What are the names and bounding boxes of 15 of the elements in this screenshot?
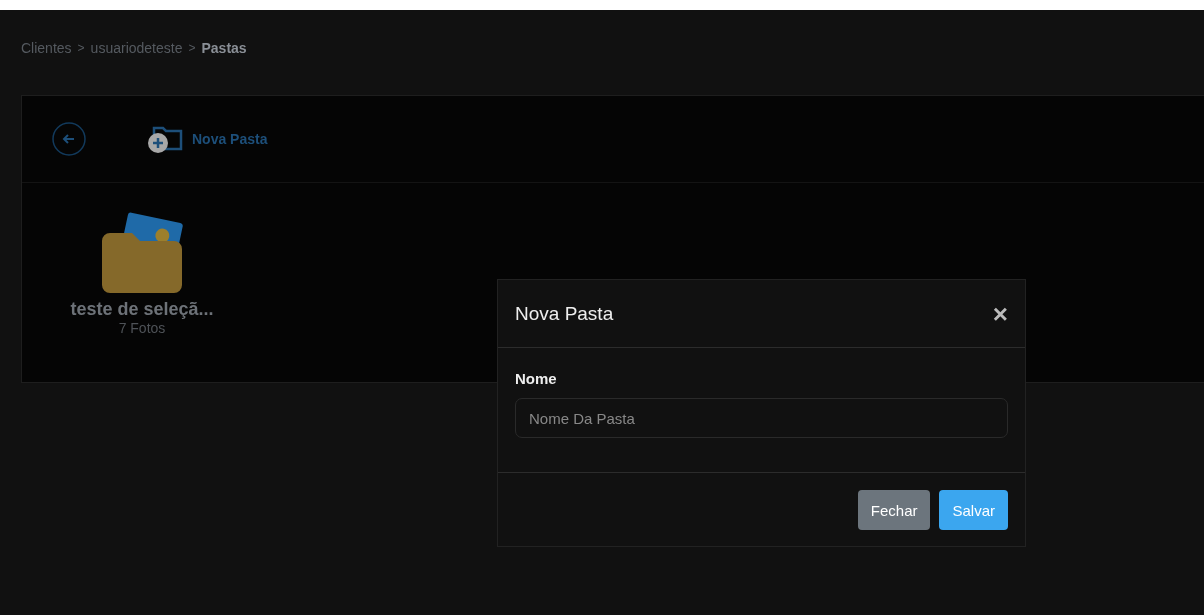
breadcrumb-item[interactable]: Clientes xyxy=(21,39,72,56)
breadcrumb-item[interactable]: usuariodeteste xyxy=(90,39,183,56)
folder-name-input[interactable]: Nome Da Pasta xyxy=(515,398,1008,438)
back-button[interactable] xyxy=(52,122,86,156)
folder-name: teste de seleçã... xyxy=(70,299,214,320)
photo-count: 7 Fotos xyxy=(118,320,166,336)
field-label: Nome xyxy=(515,370,558,387)
breadcrumb-separator: > xyxy=(188,40,196,55)
new-folder-button[interactable]: Nova Pasta xyxy=(146,123,268,155)
close-button[interactable]: × xyxy=(992,300,1008,327)
save-button[interactable]: Salvar xyxy=(939,490,1008,530)
dialog-title: Nova Pasta xyxy=(515,302,614,325)
breadcrumb-separator: > xyxy=(77,40,85,55)
breadcrumb-item: Pastas xyxy=(201,39,247,56)
close-dialog-button[interactable]: Fechar xyxy=(857,490,931,530)
